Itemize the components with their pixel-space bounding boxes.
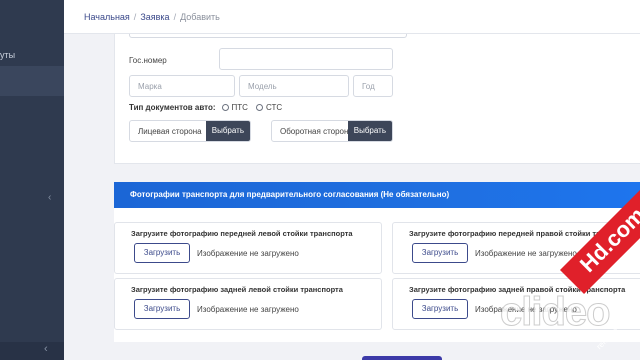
top-header: Начальная / Заявка / Добавить [64,0,640,34]
plate-label: Гос.номер [129,56,167,65]
chevron-left-icon[interactable]: ‹ [48,192,51,203]
upload-title: Загрузите фотографию задней левой стойки… [131,285,343,294]
upload-rear-left: Загрузите фотографию задней левой стойки… [114,278,382,330]
collapse-sidebar-icon[interactable]: ‹ [44,343,48,355]
front-side-label: Лицевая сторона [138,127,202,136]
upload-button[interactable]: Загрузить [412,299,468,319]
breadcrumb-separator: / [133,12,137,22]
upload-status: Изображение не загружено [197,249,299,258]
breadcrumb: Начальная / Заявка / Добавить [84,12,220,22]
doc-type-row: Тип документов авто: ПТС СТС [129,103,290,112]
photos-header-title: Фотографии транспорта для предварительно… [130,190,450,199]
breadcrumb-separator: / [173,12,177,22]
clideo-watermark: clideo [500,290,612,335]
radio-sts[interactable]: СТС [255,103,283,112]
radio-circle-icon[interactable] [221,104,229,111]
radio-sts-label: СТС [265,103,283,112]
plate-input[interactable] [219,48,393,70]
radio-circle-icon[interactable] [255,104,263,111]
radio-pts-label: ПТС [231,103,248,112]
back-choose-button[interactable]: Выбрать [347,121,392,141]
breadcrumb-current: Добавить [180,12,220,22]
vehicle-form-card: Гос.номер Тип документов авто: ПТС СТС Л… [114,34,640,164]
breadcrumb-section[interactable]: Заявка [140,12,169,22]
sidebar: уты ‹ ‹ [0,0,64,360]
upload-status: Изображение не загружено [197,305,299,314]
breadcrumb-home[interactable]: Начальная [84,12,130,22]
sidebar-item-active[interactable] [0,66,64,96]
upload-button[interactable]: Загрузить [412,243,468,263]
upload-button[interactable]: Загрузить [134,243,190,263]
brand-input[interactable] [129,75,235,97]
model-input[interactable] [239,75,349,97]
back-side-file-input[interactable]: Оборотная сторона Выбрать [271,120,393,142]
upload-status: Изображение не загружено [475,249,577,258]
previous-field-edge[interactable] [129,34,407,38]
upload-front-left: Загрузите фотографию передней левой стой… [114,222,382,274]
sidebar-item-label[interactable]: уты [0,50,15,60]
radio-pts[interactable]: ПТС [221,103,248,112]
upload-title: Загрузите фотографию передней левой стой… [131,229,353,238]
doc-type-label: Тип документов авто: [129,103,216,112]
submit-button[interactable] [362,356,442,360]
front-side-file-input[interactable]: Лицевая сторона Выбрать [129,120,251,142]
year-input[interactable] [353,75,393,97]
back-side-label: Оборотная сторона [280,127,353,136]
upload-button[interactable]: Загрузить [134,299,190,319]
photos-header: Фотографии транспорта для предварительно… [114,182,640,208]
front-choose-button[interactable]: Выбрать [205,121,250,141]
sidebar-footer [0,342,64,360]
